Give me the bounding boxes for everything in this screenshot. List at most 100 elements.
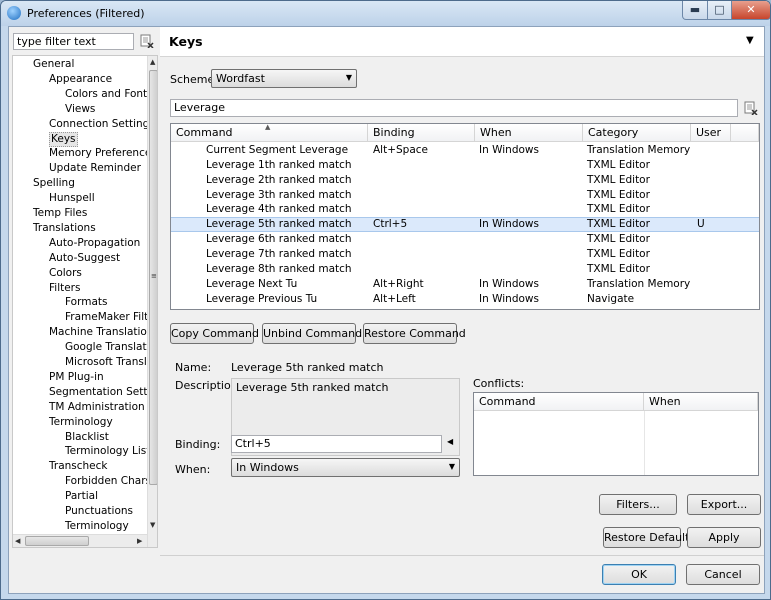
tree-item[interactable]: Filters (49, 281, 80, 296)
cancel-button[interactable]: Cancel (686, 564, 760, 585)
tree-item[interactable]: Auto-Propagation (49, 236, 140, 251)
column-header-command[interactable]: Command ▲ (171, 124, 368, 142)
filter-input[interactable] (13, 33, 134, 50)
column-header-label: When (480, 126, 512, 139)
conflicts-column-command[interactable]: Command (474, 393, 644, 411)
tree-hscroll-thumb[interactable] (25, 536, 89, 546)
table-row[interactable]: Leverage 7th ranked match TXML Editor (171, 247, 759, 262)
cell-command: Leverage 8th ranked match (206, 262, 352, 275)
scroll-right-icon[interactable]: ▶ (137, 537, 142, 545)
keys-table[interactable]: Command ▲ Binding When Category User Cur… (170, 123, 760, 310)
copy-command-button[interactable]: Copy Command (170, 323, 259, 344)
tree-item[interactable]: Temp Files (33, 206, 87, 221)
preference-tree[interactable]: General Appearance Colors and Fonts Views Co… (12, 55, 158, 548)
tree-item[interactable]: Hunspell (49, 191, 95, 206)
restore-command-button[interactable]: Restore Command (363, 323, 466, 344)
tree-vscroll-thumb[interactable]: ≡ (149, 70, 157, 485)
tree-item[interactable]: Translations (33, 221, 96, 236)
clear-search-icon[interactable] (744, 101, 758, 115)
table-row[interactable]: Leverage 3th ranked match TXML Editor (171, 188, 759, 203)
tree-item[interactable]: Memory Preferences (49, 146, 157, 161)
maximize-button[interactable]: □ (707, 1, 732, 20)
tree-item[interactable]: Punctuations (65, 504, 133, 519)
tree-item[interactable]: Terminology (65, 519, 129, 534)
tree-item[interactable]: Connection Settings (49, 117, 155, 132)
tree-item[interactable]: Blacklist (65, 430, 109, 445)
apply-button[interactable]: Apply (687, 527, 761, 548)
tree-vertical-scrollbar[interactable]: ▲ ≡ ▼ (147, 56, 157, 547)
table-row[interactable]: Leverage 8th ranked match TXML Editor (171, 262, 759, 277)
tree-item[interactable]: TM Administration (49, 400, 145, 415)
tree-item[interactable]: PM Plug-in (49, 370, 104, 385)
unbind-command-button[interactable]: Unbind Command (262, 323, 362, 344)
tree-item[interactable]: Colors and Fonts (65, 87, 153, 102)
tree-item[interactable]: Colors (49, 266, 82, 281)
tree-item[interactable]: Spelling (33, 176, 75, 191)
scroll-left-icon[interactable]: ◀ (15, 537, 20, 545)
table-row[interactable]: Leverage 6th ranked match TXML Editor (171, 232, 759, 247)
column-header-category[interactable]: Category (583, 124, 691, 142)
view-menu-icon[interactable]: ▼ (746, 35, 754, 46)
tree-item[interactable]: Terminology (49, 415, 113, 430)
scheme-select[interactable]: Wordfast ▼ (211, 69, 357, 88)
tree-item[interactable]: Keys (49, 131, 78, 147)
tree-item[interactable]: Terminology List (65, 444, 150, 459)
scroll-down-icon[interactable]: ▼ (150, 521, 155, 529)
tree-item[interactable]: Views (65, 102, 95, 117)
tree-item[interactable]: Forbidden Chars (65, 474, 151, 489)
tree-item[interactable]: Google Translate (65, 340, 153, 355)
tree-item[interactable]: Transcheck (49, 459, 108, 474)
tree-item[interactable]: Microsoft Translat (65, 355, 157, 370)
clear-filter-icon[interactable] (140, 34, 154, 48)
cell-command: Leverage 7th ranked match (206, 247, 352, 260)
cell-category: TXML Editor (587, 233, 650, 246)
cell-category: TXML Editor (587, 218, 650, 231)
column-divider (644, 411, 645, 475)
binding-menu-icon[interactable]: ◀ (447, 437, 453, 446)
column-header-user[interactable]: User (691, 124, 731, 142)
cell-binding: Ctrl+5 (373, 218, 408, 231)
binding-input[interactable]: Ctrl+5 (231, 435, 442, 453)
tree-item[interactable]: Segmentation Setting (49, 385, 157, 400)
restore-defaults-button[interactable]: Restore Defaults (603, 527, 695, 548)
tree-item[interactable]: General (33, 57, 74, 72)
tree-item[interactable]: Appearance (49, 72, 112, 87)
title-bar[interactable]: Preferences (Filtered) ▬ □ ✕ (1, 1, 770, 26)
table-row[interactable]: Leverage 1th ranked match TXML Editor (171, 158, 759, 173)
cell-binding: Alt+Left (373, 292, 416, 305)
name-value: Leverage 5th ranked match (231, 361, 384, 374)
cell-command: Leverage 5th ranked match (206, 218, 352, 231)
minimize-button[interactable]: ▬ (682, 1, 708, 20)
table-row[interactable]: Leverage 5th ranked match Ctrl+5 In Window… (171, 217, 759, 233)
app-icon (7, 6, 21, 20)
tree-item[interactable]: Auto-Suggest (49, 251, 120, 266)
sort-ascending-icon: ▲ (265, 123, 271, 131)
column-header-label: Category (588, 126, 639, 139)
separator (160, 555, 764, 556)
cell-when: In Windows (479, 277, 539, 290)
conflicts-table[interactable]: Command When (473, 392, 759, 476)
tree-item[interactable]: FrameMaker Filter (65, 310, 157, 325)
table-row[interactable]: Leverage 4th ranked match TXML Editor (171, 202, 759, 217)
tree-item[interactable]: Machine Translation (49, 325, 154, 340)
cell-category: Translation Memory (587, 144, 691, 156)
column-header-binding[interactable]: Binding (368, 124, 475, 142)
table-row[interactable]: Current Segment Leverage Alt+Space In Wind… (171, 143, 759, 158)
table-row[interactable]: Leverage Previous Tu Alt+Left In Windows Na… (171, 292, 759, 307)
export-button[interactable]: Export... (687, 494, 761, 515)
tree-item[interactable]: Partial (65, 489, 98, 504)
close-button[interactable]: ✕ (731, 1, 770, 20)
command-search-input[interactable]: Leverage (170, 99, 738, 117)
scroll-up-icon[interactable]: ▲ (150, 58, 155, 66)
tree-item[interactable]: Formats (65, 295, 107, 310)
tree-horizontal-scrollbar[interactable]: ◀ ▶ (13, 534, 147, 547)
filters-button[interactable]: Filters... (599, 494, 677, 515)
chevron-down-icon: ▼ (448, 462, 455, 471)
tree-item[interactable]: Update Reminder (49, 161, 141, 176)
conflicts-column-when[interactable]: When (644, 393, 758, 411)
table-row[interactable]: Leverage 2th ranked match TXML Editor (171, 173, 759, 188)
when-select[interactable]: In Windows ▼ (231, 458, 460, 477)
column-header-when[interactable]: When (475, 124, 583, 142)
ok-button[interactable]: OK (602, 564, 676, 585)
table-row[interactable]: Leverage Next Tu Alt+Right In Windows Trans… (171, 277, 759, 292)
